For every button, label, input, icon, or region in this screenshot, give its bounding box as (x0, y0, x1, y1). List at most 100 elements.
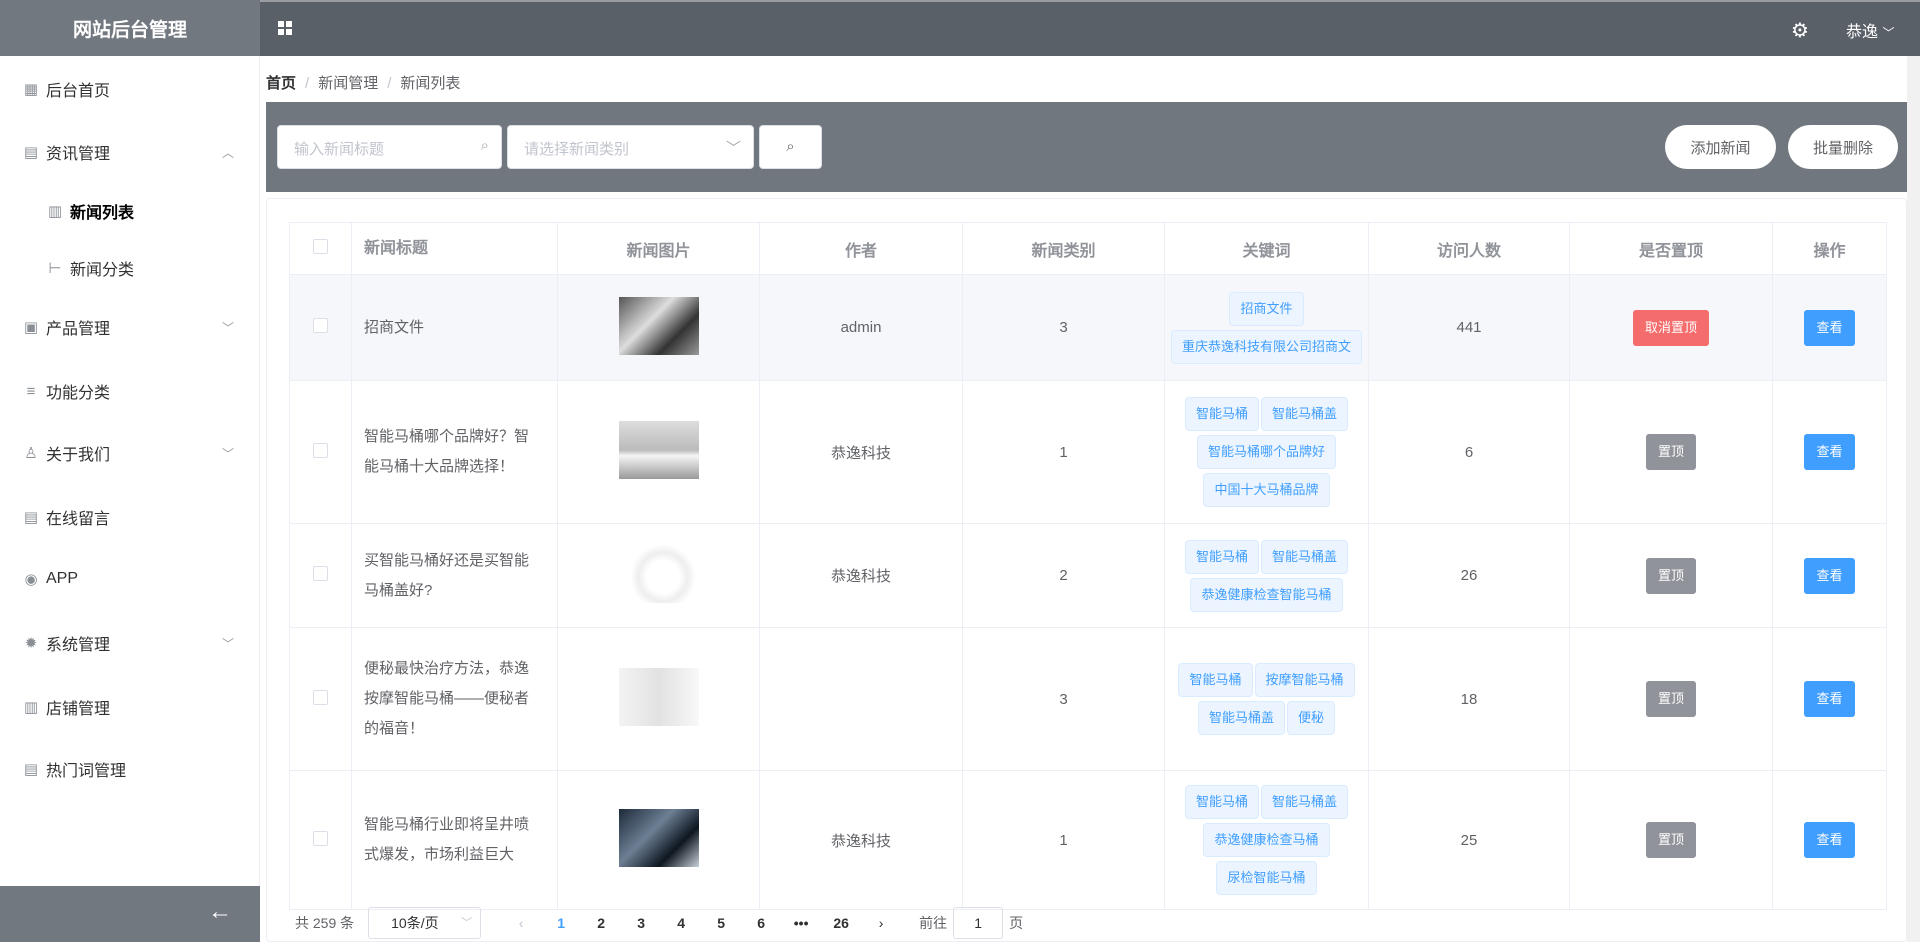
keyword-tag: 智能马桶盖 (1197, 701, 1285, 735)
keyword-tag: 按摩智能马桶 (1254, 663, 1355, 697)
keyword-tag: 便秘 (1287, 701, 1336, 735)
view-button[interactable]: 查看 (1804, 434, 1855, 470)
breadcrumb-home[interactable]: 首页 (266, 75, 296, 92)
page-number[interactable]: ••• (781, 915, 821, 931)
sidebar-item[interactable]: ≡ 功能分类 (0, 366, 260, 416)
col-pinned: 是否置顶 (1569, 222, 1773, 275)
sidebar-item[interactable]: ♙ 关于我们 ﹀ (0, 428, 260, 478)
filter-toolbar: 输入新闻标题 ⌕ 请选择新闻类别 ﹀ ⌕ 添加新闻 批量删除 (266, 102, 1907, 192)
chevron-down-icon: ﹀ (221, 636, 234, 651)
page-number[interactable]: 1 (541, 915, 581, 931)
menu-toggle-icon[interactable] (278, 21, 292, 35)
page-number[interactable]: 4 (661, 915, 701, 931)
sidebar: ▦ 后台首页 ▤ 资讯管理 ︿ ▥ 新闻列表 ⊢ 新闻分类 ▣ 产品管理 ﹀ ≡ 功能分类 ♙ 关于我们 ﹀ ▤ 在… (0, 56, 260, 886)
settings-icon[interactable]: ⚙ (1791, 18, 1809, 43)
sidebar-item[interactable]: ▦ 后台首页 (0, 64, 260, 114)
view-button[interactable]: 查看 (1804, 681, 1855, 717)
keyword-tag: 智能马桶哪个品牌好 (1196, 435, 1336, 469)
category-select[interactable]: 请选择新闻类别 ﹀ (507, 125, 754, 169)
pin-button[interactable]: 置顶 (1645, 681, 1696, 717)
news-thumbnail (618, 809, 699, 867)
chevron-down-icon: ﹀ (461, 917, 473, 929)
news-author (759, 627, 963, 771)
batch-delete-button[interactable]: 批量删除 (1788, 125, 1898, 169)
sidebar-item[interactable]: ✹ 系统管理 ﹀ (0, 618, 260, 668)
sidebar-item[interactable]: ▥ 新闻列表 (0, 186, 260, 236)
row-checkbox[interactable] (289, 770, 352, 910)
sidebar-item[interactable]: ▤ 在线留言 (0, 492, 260, 542)
next-page-button[interactable]: › (861, 915, 901, 931)
pin-button[interactable]: 置顶 (1645, 822, 1696, 858)
sidebar-item[interactable]: ▤ 热门词管理 (0, 744, 260, 794)
news-category: 3 (962, 274, 1165, 381)
chevron-down-icon: ﹀ (725, 140, 741, 157)
keywords-cell: 智能马桶 智能马桶盖恭逸健康检查智能马桶 (1164, 523, 1369, 628)
top-bar: ⚙ 恭逸 ﹀ (260, 0, 1920, 56)
select-all-checkbox[interactable] (289, 222, 352, 275)
sidebar-item-label: 关于我们 (46, 447, 111, 464)
page-number[interactable]: 2 (581, 915, 621, 931)
collapse-sidebar-button[interactable]: ← (0, 886, 260, 942)
sidebar-item[interactable]: ⊢ 新闻分类 (0, 243, 260, 293)
keyword-tag: 尿检智能马桶 (1216, 861, 1317, 895)
keyword-tag: 重庆恭逸科技有限公司招商文 (1170, 329, 1362, 364)
news-title: 便秘最快治疗方法，恭逸按摩智能马桶——便秘者的福音！ (351, 627, 558, 771)
view-button[interactable]: 查看 (1804, 557, 1855, 594)
page-size-select[interactable]: 10条/页 ﹀ (368, 907, 482, 939)
search-button[interactable]: ⌕ (759, 125, 822, 169)
pin-button[interactable]: 置顶 (1645, 557, 1696, 594)
col-image: 新闻图片 (557, 222, 760, 275)
news-category: 3 (962, 627, 1165, 771)
row-checkbox[interactable] (289, 274, 352, 381)
goto-label: 前往 (919, 915, 948, 931)
page-number[interactable]: 5 (701, 915, 741, 931)
news-title: 智能马桶行业即将呈井喷式爆发，市场利益巨大 (351, 770, 558, 910)
table-row: 招商文件 admin 3 招商文件 重庆恭逸科技有限公司招商文 441 取消置顶 … (289, 274, 1887, 381)
gear-icon: ✹ (24, 635, 38, 652)
user-menu[interactable]: 恭逸 ﹀ (1846, 18, 1894, 42)
sidebar-item[interactable]: ▣ 产品管理 ﹀ (0, 302, 260, 352)
chevron-up-icon: ︿ (221, 145, 234, 160)
keyword-tag: 智能马桶盖 (1261, 397, 1349, 431)
user-name: 恭逸 (1846, 24, 1879, 41)
keyword-tag: 智能马桶 (1184, 785, 1259, 819)
page-number[interactable]: 6 (741, 915, 781, 931)
sidebar-item-label: 后台首页 (46, 83, 111, 100)
news-category: 1 (962, 380, 1165, 524)
add-news-button[interactable]: 添加新闻 (1665, 125, 1776, 169)
row-checkbox[interactable] (289, 380, 352, 524)
page-size-value: 10条/页 (391, 915, 439, 931)
news-icon: ▤ (23, 144, 39, 161)
keyword-tag: 恭逸健康检查智能马桶 (1190, 577, 1343, 612)
vertical-scrollbar[interactable] (1907, 56, 1920, 942)
page-number[interactable]: 3 (621, 915, 661, 931)
sidebar-item-label: 新闻分类 (70, 262, 135, 279)
visit-count: 25 (1368, 770, 1570, 910)
news-image-cell (557, 523, 760, 628)
chevron-down-icon: ﹀ (221, 446, 234, 461)
row-checkbox[interactable] (289, 523, 352, 628)
sidebar-item[interactable]: ▤ 资讯管理 ︿ (0, 127, 260, 177)
pin-button[interactable]: 置顶 (1645, 434, 1696, 470)
app-icon: ◉ (24, 571, 38, 588)
col-title: 新闻标题 (351, 222, 558, 275)
sidebar-item-label: 热门词管理 (46, 763, 127, 780)
title-search-input[interactable]: 输入新闻标题 ⌕ (277, 125, 502, 169)
row-checkbox[interactable] (289, 627, 352, 771)
keyword-tag: 中国十大马桶品牌 (1203, 473, 1330, 507)
news-author: 恭逸科技 (759, 380, 963, 524)
edit-icon: ▤ (23, 761, 39, 778)
sidebar-item[interactable]: ▥ 店铺管理 (0, 682, 260, 732)
sidebar-item[interactable]: ◉ APP (0, 554, 260, 604)
news-title: 买智能马桶好还是买智能马桶盖好? (351, 523, 558, 628)
keywords-cell: 智能马桶 智能马桶盖智能马桶哪个品牌好中国十大马桶品牌 (1164, 380, 1369, 524)
tree-icon: ⊢ (48, 260, 62, 277)
view-button[interactable]: 查看 (1804, 309, 1855, 346)
view-button[interactable]: 查看 (1804, 822, 1855, 858)
visit-count: 6 (1368, 380, 1570, 524)
breadcrumb-news-manage[interactable]: 新闻管理 (318, 75, 378, 92)
prev-page-button[interactable]: ‹ (501, 915, 541, 931)
page-number[interactable]: 26 (821, 915, 861, 931)
goto-page-input[interactable]: 1 (953, 907, 1004, 939)
unpin-button[interactable]: 取消置顶 (1632, 309, 1709, 346)
